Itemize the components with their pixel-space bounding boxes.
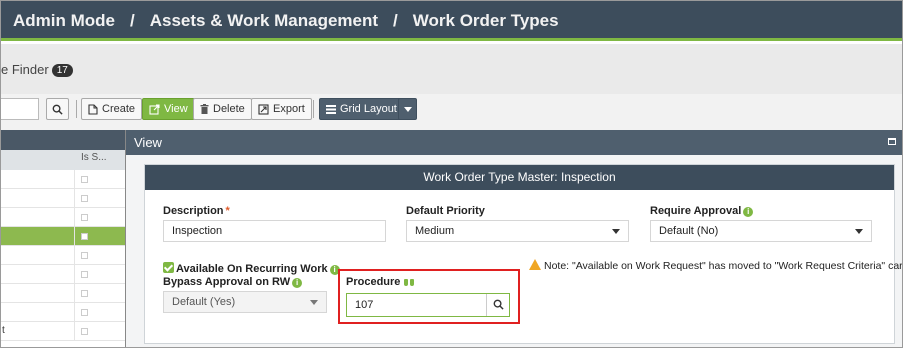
default-priority-label: Default Priority (406, 205, 485, 217)
table-row[interactable] (1, 246, 125, 265)
table-row[interactable]: t (1, 322, 125, 341)
row-checkbox (81, 195, 88, 202)
required-marker: * (225, 205, 230, 217)
row-checkbox (81, 176, 88, 183)
description-label: Description * (163, 205, 230, 217)
breadcrumb-work-order-types: Work Order Types (412, 11, 559, 30)
procedure-search-button[interactable] (486, 294, 509, 316)
require-approval-select[interactable]: Default (No) (650, 220, 872, 242)
bypass-approval-value: Default (Yes) (172, 296, 236, 308)
grid-layout-button-label: Grid Layout (340, 103, 397, 115)
export-button-label: Export (273, 103, 305, 115)
procedure-label: Procedure (346, 276, 415, 288)
table-row[interactable] (1, 284, 125, 303)
row-checkbox (81, 252, 88, 259)
search-icon (493, 299, 504, 310)
breadcrumb-admin-mode[interactable]: Admin Mode (13, 11, 115, 30)
row-checkbox (81, 214, 88, 221)
description-value: Inspection (172, 225, 223, 237)
breadcrumb-separator: / (393, 11, 398, 30)
breadcrumb-separator: / (130, 11, 135, 30)
info-icon[interactable]: i (292, 278, 303, 288)
table-row[interactable] (1, 303, 125, 322)
table-row[interactable] (1, 265, 125, 284)
row-checkbox (81, 309, 88, 316)
available-recurring-checkbox-row[interactable]: Available On Recurring Work i (163, 262, 340, 275)
chevron-down-icon (310, 300, 318, 305)
row-checkbox (81, 233, 88, 240)
bypass-approval-label-text: Bypass Approval on RW (163, 276, 291, 288)
row-checkbox (81, 290, 88, 297)
modal-header: View (126, 130, 902, 155)
delete-button-label: Delete (213, 103, 245, 115)
grid-layout-icon (326, 104, 336, 114)
export-icon (258, 103, 269, 115)
procedure-input[interactable]: 107 (346, 293, 510, 317)
toolbar: Create View Delete Export Grid Layout (1, 94, 902, 130)
default-priority-value: Medium (415, 225, 455, 237)
warning-icon (529, 259, 541, 270)
bypass-approval-label: Bypass Approval on RW i (163, 276, 303, 288)
view-icon (149, 103, 160, 115)
export-button[interactable]: Export (251, 98, 312, 120)
finder-bar: e Finder 17 (1, 44, 902, 94)
chevron-down-icon (855, 229, 863, 234)
breadcrumb-assets-work-management[interactable]: Assets & Work Management (150, 11, 378, 30)
require-approval-label: Require Approval i (650, 205, 754, 217)
top-header: Admin Mode / Assets & Work Management / Work… (1, 1, 902, 41)
description-input[interactable]: Inspection (163, 220, 386, 242)
create-button[interactable]: Create (81, 98, 143, 120)
records-grid: Is S... t (1, 130, 125, 347)
finder-count-badge: 17 (51, 64, 73, 77)
default-priority-select[interactable]: Medium (406, 220, 629, 242)
table-row[interactable] (1, 189, 125, 208)
breadcrumb: Admin Mode / Assets & Work Management / Work… (13, 11, 559, 31)
grid-header-bar (1, 130, 125, 150)
view-button-label: View (164, 103, 188, 115)
available-recurring-checkbox[interactable] (163, 262, 174, 273)
table-row[interactable] (1, 208, 125, 227)
toolbar-divider (76, 100, 77, 118)
finder-label: e Finder (1, 62, 49, 77)
delete-icon (200, 103, 209, 114)
chevron-down-icon (612, 229, 620, 234)
grid-layout-dropdown[interactable] (398, 98, 417, 120)
view-button[interactable]: View (142, 98, 195, 120)
require-approval-label-text: Require Approval (650, 205, 742, 217)
procedure-value: 107 (355, 299, 374, 311)
work-request-note-text: Note: "Available on Work Request" has mo… (544, 260, 903, 272)
procedure-label-text: Procedure (346, 276, 401, 288)
chevron-down-icon (403, 106, 412, 112)
finder-search-input[interactable] (1, 98, 39, 120)
toolbar-divider (313, 100, 314, 118)
grid-column-header[interactable]: Is S... (81, 152, 107, 163)
binoculars-icon[interactable] (404, 277, 415, 286)
description-label-text: Description (163, 205, 224, 217)
create-button-label: Create (102, 103, 136, 115)
app-frame: Admin Mode / Assets & Work Management / Work… (0, 0, 903, 348)
available-recurring-label: Available On Recurring Work (176, 263, 328, 275)
work-request-note: Note: "Available on Work Request" has mo… (529, 259, 903, 272)
table-row[interactable] (1, 170, 125, 189)
finder-title: e Finder 17 (1, 62, 73, 77)
bypass-approval-select[interactable]: Default (Yes) (163, 291, 327, 313)
row-text: t (2, 325, 5, 336)
search-button[interactable] (46, 98, 69, 120)
grid-layout-button[interactable]: Grid Layout (319, 98, 404, 120)
search-icon (52, 104, 63, 115)
row-checkbox (81, 328, 88, 335)
maximize-icon[interactable] (888, 138, 896, 145)
create-icon (88, 103, 98, 115)
info-icon[interactable]: i (743, 207, 754, 217)
card-title: Work Order Type Master: Inspection (145, 165, 894, 190)
row-checkbox (81, 271, 88, 278)
delete-button[interactable]: Delete (193, 98, 252, 120)
require-approval-value: Default (No) (659, 225, 719, 237)
modal-title: View (134, 135, 162, 150)
table-row-selected[interactable] (1, 227, 125, 246)
